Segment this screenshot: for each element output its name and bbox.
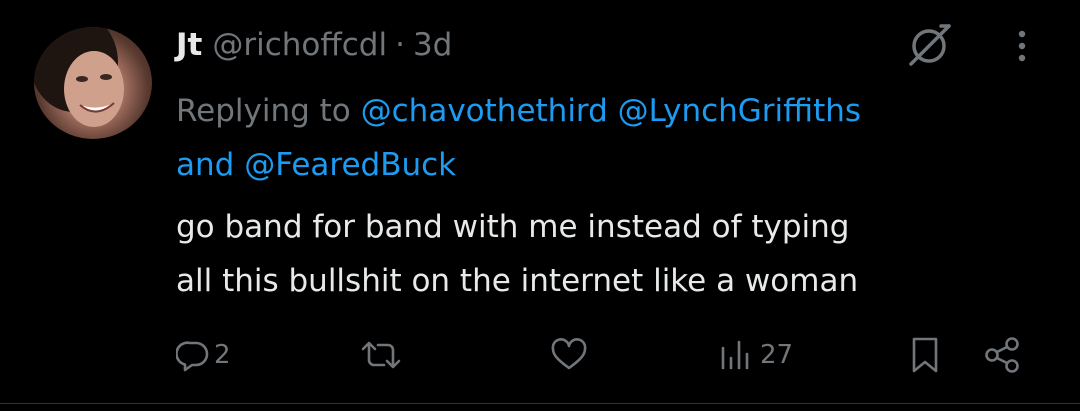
tweet-text: go band for band with me instead of typi… bbox=[176, 200, 1056, 308]
user-handle[interactable]: @richoffcdl bbox=[212, 27, 387, 63]
tweet-header: Jt @richoffcdl · 3d bbox=[176, 22, 452, 68]
views-count: 27 bbox=[760, 340, 794, 370]
mention-link[interactable]: @LynchGriffiths bbox=[618, 93, 861, 129]
bookmark-icon bbox=[908, 335, 942, 375]
more-dots-icon[interactable] bbox=[1004, 24, 1040, 68]
views-bars-icon bbox=[718, 338, 756, 372]
header-separator: · bbox=[395, 27, 405, 63]
mention-and-label[interactable]: and bbox=[176, 147, 234, 183]
bookmark-button[interactable] bbox=[908, 330, 942, 380]
display-name[interactable]: Jt bbox=[176, 27, 202, 63]
tweet-text-line: go band for band with me instead of typi… bbox=[176, 209, 850, 245]
tweet-text-line: all this bullshit on the internet like a… bbox=[176, 263, 859, 299]
replying-to: Replying to @chavothethird @LynchGriffit… bbox=[176, 84, 1056, 192]
replying-to-label: Replying to bbox=[176, 93, 351, 129]
avatar[interactable] bbox=[34, 27, 152, 139]
timestamp[interactable]: 3d bbox=[413, 27, 452, 63]
heart-icon bbox=[550, 338, 588, 372]
mention-link[interactable]: @FearedBuck bbox=[244, 147, 456, 183]
like-button[interactable] bbox=[550, 330, 592, 380]
divider bbox=[0, 403, 1080, 404]
reply-count: 2 bbox=[214, 340, 231, 370]
share-icon bbox=[982, 335, 1022, 375]
grok-icon[interactable] bbox=[903, 19, 955, 71]
repost-icon bbox=[357, 338, 405, 372]
repost-button[interactable] bbox=[357, 330, 409, 380]
reply-bubble-icon bbox=[176, 338, 210, 372]
reply-button[interactable]: 2 bbox=[176, 330, 231, 380]
tweet[interactable]: Jt @richoffcdl · 3d Replying to @chavoth… bbox=[0, 0, 1080, 411]
avatar-photo bbox=[34, 27, 124, 127]
mention-link[interactable]: @chavothethird bbox=[361, 93, 608, 129]
action-bar: 2 27 bbox=[0, 330, 1080, 380]
views-button[interactable]: 27 bbox=[718, 330, 793, 380]
share-button[interactable] bbox=[982, 330, 1022, 380]
